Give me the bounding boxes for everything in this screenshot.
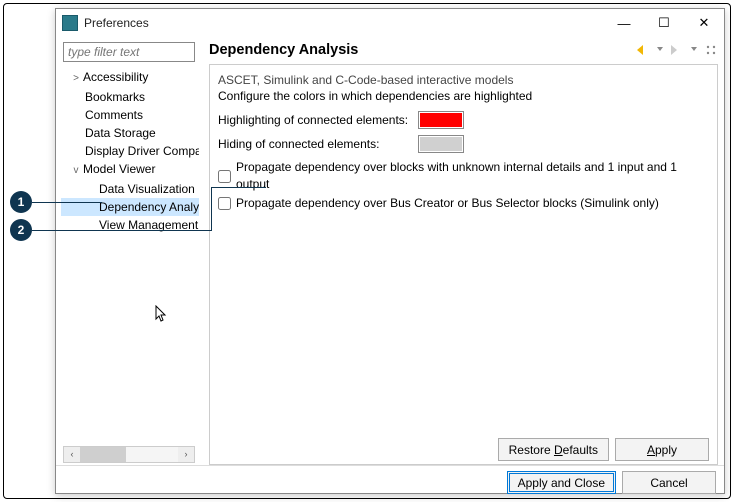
callout-2: 2: [10, 219, 32, 241]
dialog-button-bar: Apply and Close Cancel: [56, 465, 724, 499]
cancel-button[interactable]: Cancel: [622, 471, 716, 494]
tree-item-data-storage[interactable]: Data Storage: [61, 124, 199, 142]
close-button[interactable]: ✕: [684, 9, 724, 37]
tree-item-display-driver[interactable]: Display Driver Compatibility: [61, 142, 199, 160]
tree-item-model-viewer[interactable]: vModel Viewer: [61, 160, 199, 180]
apply-and-close-button[interactable]: Apply and Close: [507, 471, 616, 494]
leader-line-2a: [32, 230, 212, 231]
tree-item-accessibility[interactable]: >Accessibility: [61, 68, 199, 88]
chevron-right-icon: >: [71, 71, 81, 87]
scroll-left-button[interactable]: ‹: [64, 447, 80, 462]
hiding-color-swatch[interactable]: [418, 135, 464, 153]
preferences-window: Preferences — ☐ ✕ >Accessibility Bookmar…: [55, 8, 725, 494]
chevron-down-icon: v: [71, 163, 81, 179]
scroll-thumb[interactable]: [80, 447, 126, 462]
tree-item-view-management[interactable]: View Management: [61, 216, 199, 234]
back-dropdown-icon[interactable]: [653, 43, 667, 57]
highlighting-label: Highlighting of connected elements:: [218, 113, 418, 127]
callout-1: 1: [10, 191, 32, 213]
sidebar: >Accessibility Bookmarks Comments Data S…: [56, 37, 199, 465]
tree-item-bookmarks[interactable]: Bookmarks: [61, 88, 199, 106]
highlighting-color-swatch[interactable]: [418, 111, 464, 129]
apply-button[interactable]: Apply: [615, 438, 709, 461]
hiding-label: Hiding of connected elements:: [218, 137, 418, 151]
sidebar-horizontal-scrollbar[interactable]: ‹ ›: [63, 446, 195, 463]
window-title: Preferences: [84, 16, 604, 30]
maximize-button[interactable]: ☐: [644, 9, 684, 37]
filter-input[interactable]: [63, 42, 195, 62]
back-icon[interactable]: [636, 43, 650, 57]
tree-item-data-visualization[interactable]: Data Visualization: [61, 180, 199, 198]
preferences-tree[interactable]: >Accessibility Bookmarks Comments Data S…: [61, 66, 199, 446]
tree-item-comments[interactable]: Comments: [61, 106, 199, 124]
main-panel: Dependency Analysis ASCET, Simulink and …: [199, 37, 724, 465]
scroll-right-button[interactable]: ›: [178, 447, 194, 462]
tree-item-dependency-analysis[interactable]: Dependency Analysis: [61, 198, 199, 216]
leader-line-2c: [211, 187, 266, 188]
description-line-1: ASCET, Simulink and C-Code-based interac…: [218, 73, 709, 87]
content-area: ASCET, Simulink and C-Code-based interac…: [209, 64, 718, 465]
propagate-bus-label: Propagate dependency over Bus Creator or…: [236, 195, 659, 212]
menu-icon[interactable]: [704, 43, 718, 57]
forward-icon[interactable]: [670, 43, 684, 57]
titlebar[interactable]: Preferences — ☐ ✕: [56, 9, 724, 37]
header-toolbar: [636, 43, 718, 57]
leader-line-1: [32, 202, 102, 203]
propagate-bus-checkbox[interactable]: [218, 197, 231, 210]
leader-line-2b: [211, 187, 212, 231]
description-line-2: Configure the colors in which dependenci…: [218, 89, 709, 103]
propagate-unknown-checkbox[interactable]: [218, 170, 231, 183]
app-icon: [62, 15, 78, 31]
propagate-unknown-label: Propagate dependency over blocks with un…: [236, 159, 709, 193]
scroll-track[interactable]: [80, 447, 178, 462]
minimize-button[interactable]: —: [604, 9, 644, 37]
restore-defaults-button[interactable]: Restore Defaults: [498, 438, 609, 461]
forward-dropdown-icon[interactable]: [687, 43, 701, 57]
page-title: Dependency Analysis: [209, 42, 636, 58]
filter-container: [63, 42, 195, 62]
